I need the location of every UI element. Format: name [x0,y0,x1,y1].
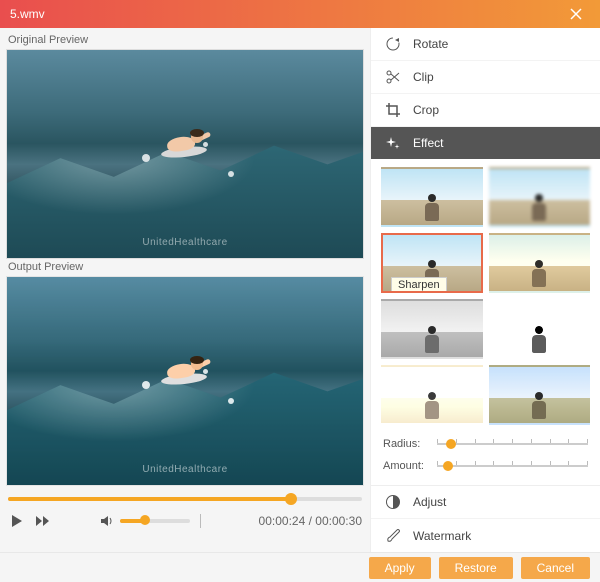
window-title: 5.wmv [10,7,570,21]
output-preview: UnitedHealthcare [6,276,364,486]
radius-slider[interactable] [437,437,588,451]
footer: Apply Restore Cancel [0,552,600,582]
effect-thumb-sharpen[interactable]: Sharpen [381,233,483,293]
effect-thumb-blur[interactable] [489,167,591,227]
seek-bar[interactable] [8,492,362,506]
volume-control [100,514,201,528]
tab-crop[interactable]: Crop [371,94,600,127]
rotate-icon [385,36,401,52]
playback-controls: 00:00:24 / 00:00:30 [6,486,364,536]
effect-sliders: Radius: Amount: [371,429,600,486]
watermark-text: UnitedHealthcare [142,464,227,475]
tab-label: Watermark [413,529,471,543]
effect-thumb-sketch[interactable] [489,299,591,359]
effect-thumb-extra[interactable] [489,365,591,425]
amount-label: Amount: [383,460,431,472]
volume-icon [100,515,114,527]
scissors-icon [385,69,401,85]
restore-button[interactable]: Restore [439,557,513,579]
tab-label: Clip [413,70,434,84]
time-total: 00:00:30 [315,514,362,528]
radius-label: Radius: [383,438,431,450]
time-current: 00:00:24 [259,514,306,528]
effect-thumb-bright[interactable] [381,365,483,425]
original-preview: UnitedHealthcare [6,49,364,259]
close-button[interactable] [570,8,590,20]
fast-forward-button[interactable] [34,512,52,530]
original-preview-label: Original Preview [6,32,364,49]
effect-thumb-gray[interactable] [381,299,483,359]
adjust-icon [385,494,401,510]
play-icon [11,514,23,528]
tab-label: Effect [413,136,443,150]
volume-slider[interactable] [120,519,190,523]
fast-forward-icon [35,515,51,527]
crop-icon [385,102,401,118]
effect-thumb-warm[interactable] [489,233,591,293]
tab-rotate[interactable]: Rotate [371,28,600,61]
effect-grid: Sharpen [371,159,600,429]
tab-adjust[interactable]: Adjust [371,486,600,519]
edit-panel: Rotate Clip Crop Effect Sharpen [370,28,600,552]
brush-icon [385,528,401,544]
apply-button[interactable]: Apply [369,557,431,579]
effect-thumb-original[interactable] [381,167,483,227]
main-area: Original Preview UnitedHealthcare Output… [0,28,600,552]
close-icon [570,8,582,20]
cancel-button[interactable]: Cancel [521,557,590,579]
amount-slider[interactable] [437,459,588,473]
title-bar: 5.wmv [0,0,600,28]
sparkle-icon [385,135,401,151]
tab-label: Rotate [413,37,448,51]
time-display: 00:00:24 / 00:00:30 [259,514,362,528]
play-button[interactable] [8,512,26,530]
preview-panel: Original Preview UnitedHealthcare Output… [0,28,370,552]
tab-clip[interactable]: Clip [371,61,600,94]
tab-watermark[interactable]: Watermark [371,519,600,552]
watermark-text: UnitedHealthcare [142,237,227,248]
tab-effect[interactable]: Effect [371,127,600,160]
tab-label: Adjust [413,495,446,509]
tab-label: Crop [413,103,439,117]
output-preview-label: Output Preview [6,259,364,276]
